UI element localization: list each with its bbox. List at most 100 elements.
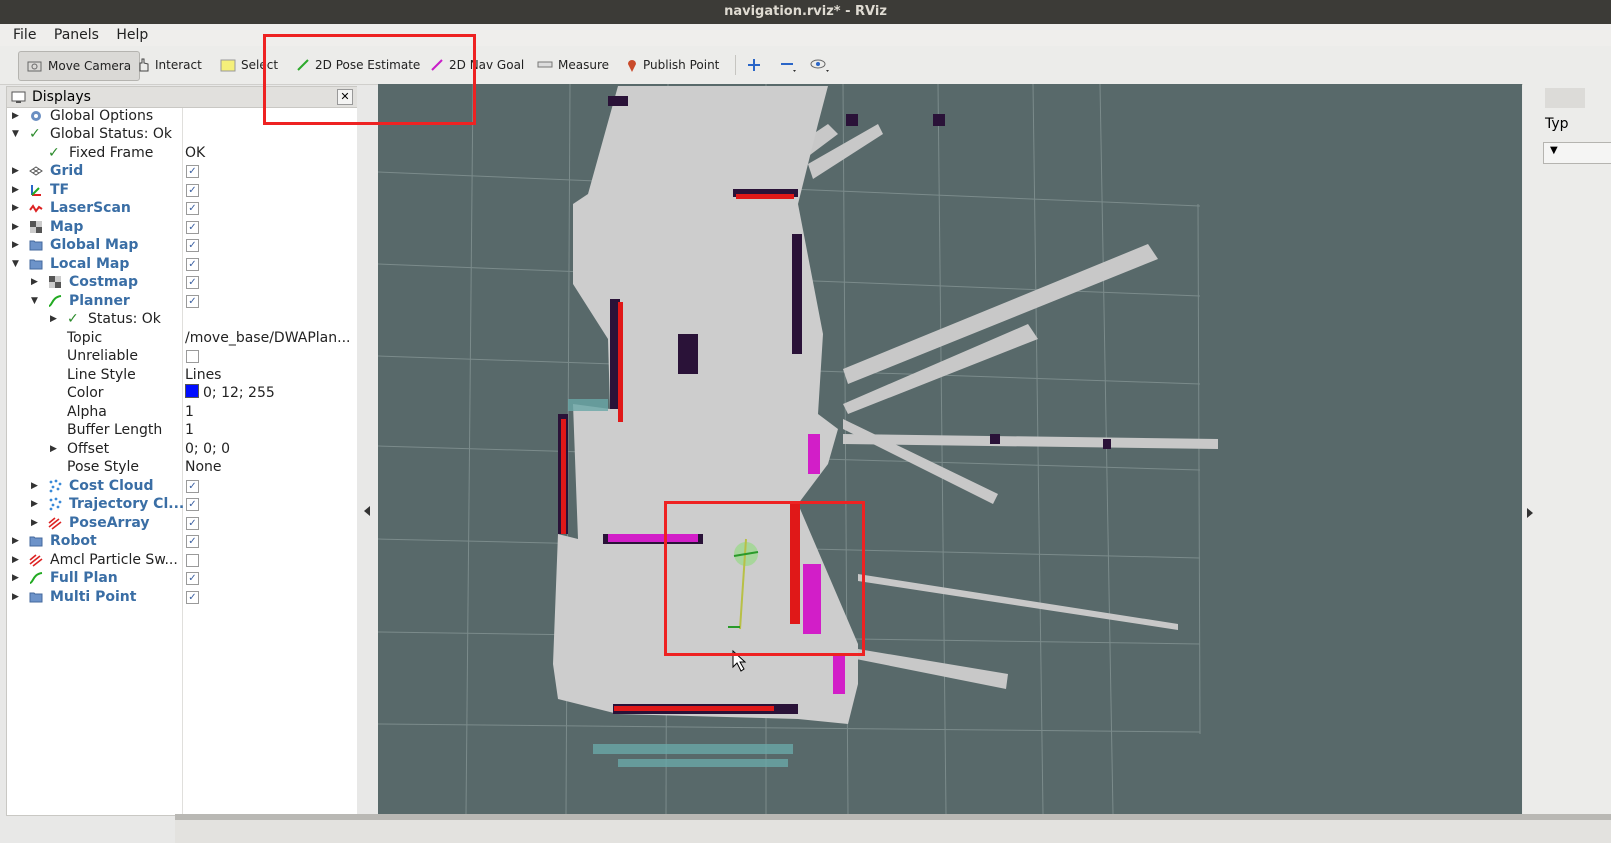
tree-row-alpha[interactable]: Alpha 1 — [7, 403, 357, 421]
folder-icon — [29, 536, 43, 547]
interact-button[interactable]: Interact — [136, 51, 202, 79]
global-map-checkbox[interactable]: ✓ — [186, 239, 199, 252]
expand-arrow-icon[interactable]: ▶ — [31, 477, 41, 495]
full-plan-checkbox[interactable]: ✓ — [186, 572, 199, 585]
expand-arrow-icon[interactable]: ▶ — [12, 569, 22, 587]
tree-row-unreliable[interactable]: Unreliable — [7, 347, 357, 365]
render-3d-view[interactable] — [378, 84, 1522, 814]
costmap-checkbox[interactable]: ✓ — [186, 276, 199, 289]
folder-icon — [29, 259, 43, 270]
expand-arrow-icon[interactable]: ▶ — [12, 199, 22, 217]
expand-arrow-icon[interactable]: ▶ — [50, 310, 60, 328]
tree-row-posearray[interactable]: ▶ PoseArray ✓ — [7, 514, 357, 532]
map-checkbox[interactable]: ✓ — [186, 221, 199, 234]
tool-visibility-button[interactable] — [810, 51, 830, 79]
expand-arrow-icon[interactable]: ▶ — [31, 495, 41, 513]
offset-value[interactable]: 0; 0; 0 — [185, 440, 230, 458]
tf-checkbox[interactable]: ✓ — [186, 184, 199, 197]
pose-style-value[interactable]: None — [185, 458, 222, 476]
collapse-arrow-icon[interactable]: ▼ — [12, 255, 22, 273]
expand-arrow-icon[interactable]: ▶ — [12, 532, 22, 550]
tree-row-laserscan[interactable]: ▶ LaserScan ✓ — [7, 199, 357, 217]
collapse-arrow-icon[interactable]: ▼ — [12, 125, 22, 143]
chevron-down-icon: ▼ — [1550, 145, 1558, 156]
tree-row-pose-style[interactable]: Pose Style None — [7, 458, 357, 476]
tree-row-grid[interactable]: ▶ Grid ✓ — [7, 162, 357, 180]
tree-row-status-ok[interactable]: ▶ ✓ Status: Ok — [7, 310, 357, 328]
amcl-particle-swarm-checkbox[interactable] — [186, 554, 199, 567]
tree-row-offset[interactable]: ▶ Offset 0; 0; 0 — [7, 440, 357, 458]
right-panel: Typ ▼ — [1523, 84, 1611, 814]
expand-arrow-icon[interactable]: ▶ — [12, 162, 22, 180]
tree-row-line-style[interactable]: Line Style Lines — [7, 366, 357, 384]
scrollbar-thumb[interactable] — [175, 814, 1611, 820]
unreliable-checkbox[interactable] — [186, 350, 199, 363]
planner-checkbox[interactable]: ✓ — [186, 295, 199, 308]
plus-icon — [748, 59, 760, 71]
color-value[interactable]: 0; 12; 255 — [185, 384, 275, 402]
expand-arrow-icon[interactable]: ▶ — [12, 181, 22, 199]
measure-button[interactable]: Measure — [537, 51, 609, 79]
move-camera-button[interactable]: Move Camera — [18, 51, 141, 81]
tree-row-full-plan[interactable]: ▶ Full Plan ✓ — [7, 569, 357, 587]
tree-row-buffer-length[interactable]: Buffer Length 1 — [7, 421, 357, 439]
trajectory-cloud-checkbox[interactable]: ✓ — [186, 498, 199, 511]
tree-row-map[interactable]: ▶ Map ✓ — [7, 218, 357, 236]
tree-row-multi-point[interactable]: ▶ Multi Point ✓ — [7, 588, 357, 606]
tree-row-color[interactable]: Color 0; 12; 255 — [7, 384, 357, 402]
expand-arrow-icon[interactable]: ▶ — [50, 440, 60, 458]
tree-row-local-map[interactable]: ▼ Local Map ✓ — [7, 255, 357, 273]
expand-arrow-icon[interactable]: ▶ — [12, 588, 22, 606]
cost-cloud-checkbox[interactable]: ✓ — [186, 480, 199, 493]
remove-tool-button[interactable] — [780, 51, 796, 79]
collapse-left-icon[interactable] — [364, 506, 372, 516]
tree-row-global-status[interactable]: ▼ ✓ Global Status: Ok — [7, 125, 357, 143]
expand-arrow-icon[interactable]: ▶ — [31, 514, 41, 532]
grid-checkbox[interactable]: ✓ — [186, 165, 199, 178]
tree-row-planner[interactable]: ▼ Planner ✓ — [7, 292, 357, 310]
multi-point-checkbox[interactable]: ✓ — [186, 591, 199, 604]
tree-row-robot[interactable]: ▶ Robot ✓ — [7, 532, 357, 550]
publish-point-button[interactable]: Publish Point — [626, 51, 719, 79]
line-style-value[interactable]: Lines — [185, 366, 221, 384]
menu-panels[interactable]: Panels — [54, 24, 99, 46]
menu-help[interactable]: Help — [116, 24, 148, 46]
folder-icon — [29, 240, 43, 251]
tree-row-tf[interactable]: ▶ TF ✓ — [7, 181, 357, 199]
tree-row-amcl-particle-swarm[interactable]: ▶ Amcl Particle Sw... — [7, 551, 357, 569]
expand-arrow-icon[interactable]: ▶ — [12, 236, 22, 254]
laserscan-checkbox[interactable]: ✓ — [186, 202, 199, 215]
menu-file[interactable]: File — [13, 24, 36, 46]
camera-icon[interactable] — [1545, 88, 1585, 108]
tree-row-fixed-frame[interactable]: ✓ Fixed Frame OK — [7, 144, 357, 162]
tree-row-global-map[interactable]: ▶ Global Map ✓ — [7, 236, 357, 254]
expand-arrow-icon[interactable]: ▶ — [12, 551, 22, 569]
alpha-value[interactable]: 1 — [185, 403, 194, 421]
tf-axes-icon — [31, 185, 41, 196]
expand-arrow-icon[interactable]: ▶ — [31, 273, 41, 291]
horizontal-scrollbar[interactable] — [175, 814, 1611, 843]
check-icon: ✓ — [48, 145, 60, 161]
view-type-dropdown[interactable]: ▼ — [1543, 142, 1611, 164]
tree-row-cost-cloud[interactable]: ▶ Cost Cloud ✓ — [7, 477, 357, 495]
posearray-checkbox[interactable]: ✓ — [186, 517, 199, 530]
tree-row-trajectory-cloud[interactable]: ▶ Trajectory Cl... ✓ — [7, 495, 357, 513]
local-map-checkbox[interactable]: ✓ — [186, 258, 199, 271]
ruler-icon — [537, 61, 553, 68]
check-icon: ✓ — [67, 311, 79, 327]
expand-arrow-icon[interactable]: ▶ — [12, 107, 22, 125]
robot-checkbox[interactable]: ✓ — [186, 535, 199, 548]
buffer-length-value[interactable]: 1 — [185, 421, 194, 439]
add-tool-button[interactable] — [747, 51, 761, 79]
splitter-handle[interactable] — [357, 86, 377, 814]
collapse-arrow-icon[interactable]: ▼ — [31, 292, 41, 310]
expand-arrow-icon[interactable]: ▶ — [12, 218, 22, 236]
collapse-right-icon[interactable] — [1527, 508, 1535, 518]
tree-row-topic[interactable]: Topic /move_base/DWAPlan... — [7, 329, 357, 347]
minus-icon — [781, 63, 796, 72]
grid-icon — [29, 166, 43, 176]
tree-row-costmap[interactable]: ▶ Costmap ✓ — [7, 273, 357, 291]
pointcloud-icon — [49, 479, 62, 493]
topic-value[interactable]: /move_base/DWAPlan... — [185, 329, 350, 347]
highlight-box-toolbar — [263, 34, 476, 125]
